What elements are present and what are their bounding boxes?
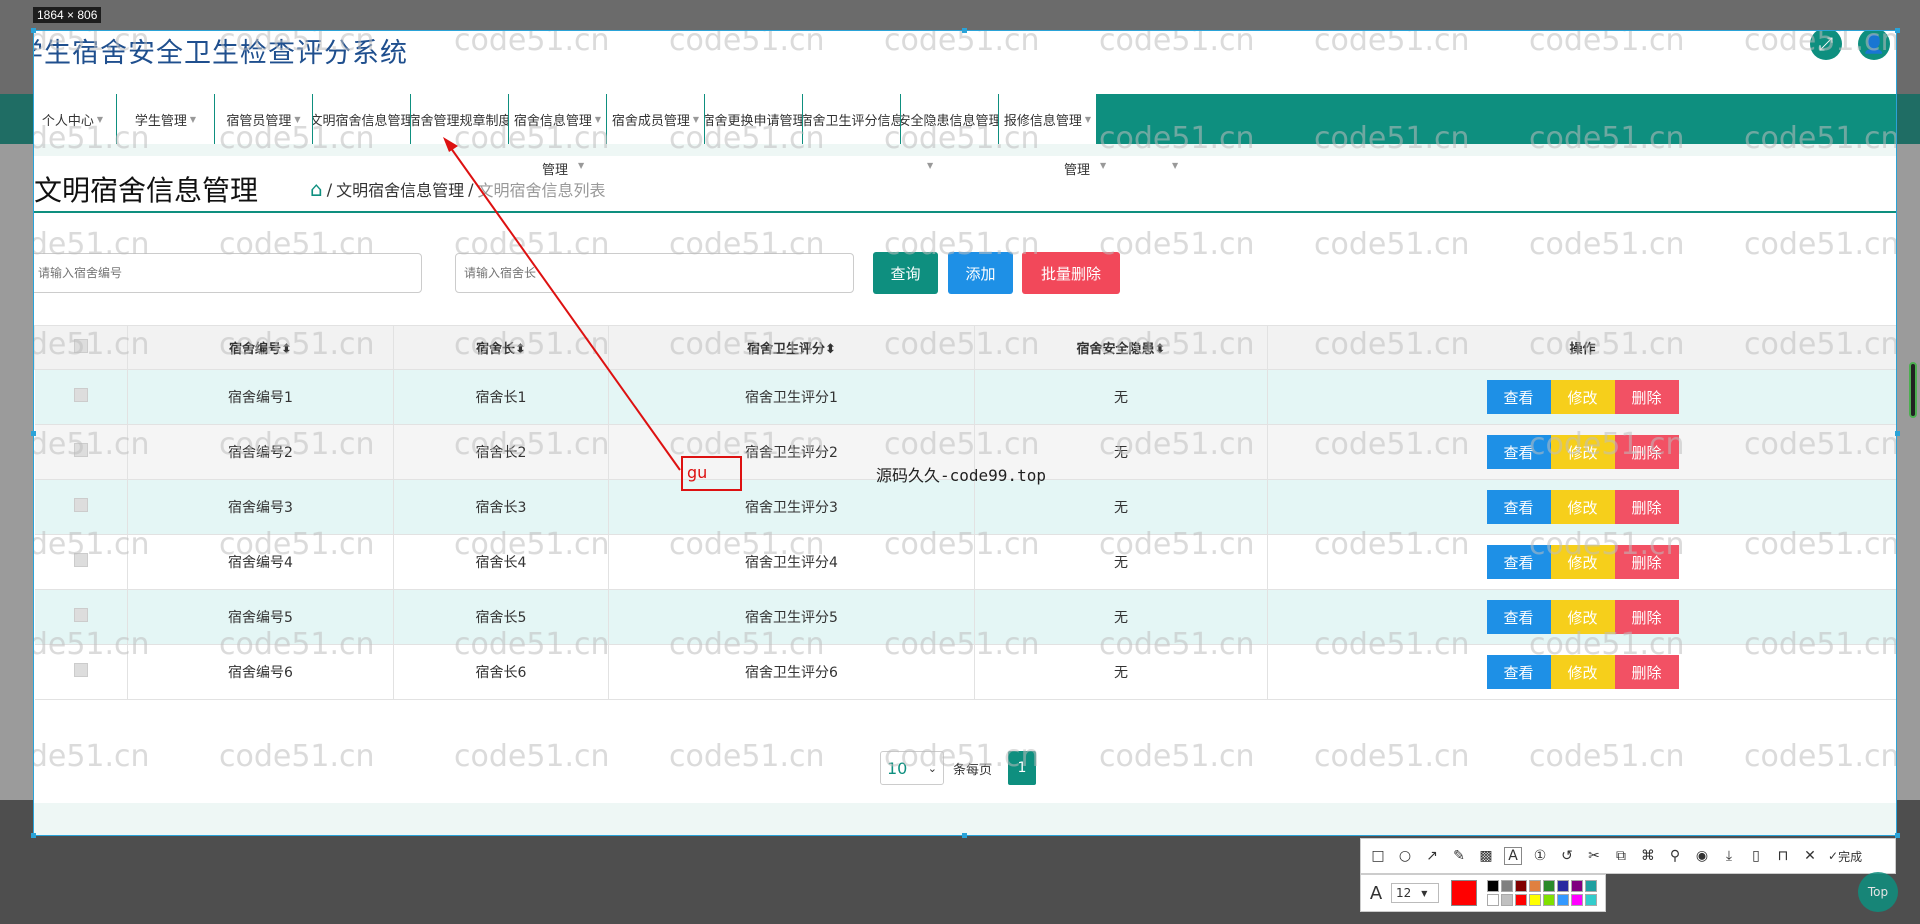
- color-swatch[interactable]: [1543, 880, 1555, 892]
- color-swatch[interactable]: [1515, 894, 1527, 906]
- text-style-toolbar: A 12 ▼: [1360, 874, 1606, 912]
- current-color-swatch[interactable]: [1451, 880, 1477, 906]
- color-swatch[interactable]: [1487, 880, 1499, 892]
- color-palette: [1487, 880, 1597, 906]
- screenshot-toolbar: □ ○ ↗ ✎ ▩ A ① ↺ ✂ ⧉ ⌘ ⚲ ◉ ⤓ ▯ ⊓ ✕ ✓ 完成: [1360, 838, 1896, 874]
- color-swatch[interactable]: [1529, 894, 1541, 906]
- rect-icon[interactable]: □: [1369, 847, 1387, 865]
- cut-icon[interactable]: ✂: [1585, 847, 1603, 865]
- font-size-select[interactable]: 12 ▼: [1391, 883, 1439, 903]
- color-swatch[interactable]: [1487, 894, 1499, 906]
- record-icon[interactable]: ◉: [1693, 847, 1711, 865]
- done-button[interactable]: ✓ 完成: [1828, 848, 1862, 865]
- check-icon: ✓: [1828, 849, 1839, 863]
- mosaic-icon[interactable]: ▩: [1477, 847, 1495, 865]
- font-icon: A: [1369, 882, 1383, 904]
- color-swatch[interactable]: [1571, 894, 1583, 906]
- color-swatch[interactable]: [1543, 894, 1555, 906]
- color-swatch[interactable]: [1501, 880, 1513, 892]
- color-swatch[interactable]: [1585, 894, 1597, 906]
- ocr-icon[interactable]: ⧉: [1612, 847, 1630, 865]
- arrow-icon[interactable]: ↗: [1423, 847, 1441, 865]
- translate-icon[interactable]: ⌘: [1639, 847, 1657, 865]
- annotation-note: 源码久久-code99.top: [876, 466, 1046, 485]
- color-swatch[interactable]: [1557, 894, 1569, 906]
- scroll-top-button[interactable]: Top: [1858, 872, 1898, 912]
- circle-icon[interactable]: ○: [1396, 847, 1414, 865]
- color-swatch[interactable]: [1529, 880, 1541, 892]
- close-icon[interactable]: ✕: [1801, 847, 1819, 865]
- scrollbar[interactable]: [1909, 362, 1917, 418]
- bookmark-icon[interactable]: ⊓: [1774, 847, 1792, 865]
- number-icon[interactable]: ①: [1531, 847, 1549, 865]
- color-swatch[interactable]: [1515, 880, 1527, 892]
- color-swatch[interactable]: [1557, 880, 1569, 892]
- pin-icon[interactable]: ⚲: [1666, 847, 1684, 865]
- text-icon[interactable]: A: [1504, 847, 1522, 865]
- color-swatch[interactable]: [1501, 894, 1513, 906]
- color-swatch[interactable]: [1585, 880, 1597, 892]
- save-icon[interactable]: ⤓: [1720, 847, 1738, 865]
- chevron-down-icon: ▼: [1421, 888, 1428, 898]
- copy-icon[interactable]: ▯: [1747, 847, 1765, 865]
- font-size-value: 12: [1396, 886, 1412, 900]
- annotation-text-box[interactable]: gu: [681, 456, 742, 491]
- color-swatch[interactable]: [1571, 880, 1583, 892]
- undo-icon[interactable]: ↺: [1558, 847, 1576, 865]
- done-label: 完成: [1838, 849, 1863, 864]
- pen-icon[interactable]: ✎: [1450, 847, 1468, 865]
